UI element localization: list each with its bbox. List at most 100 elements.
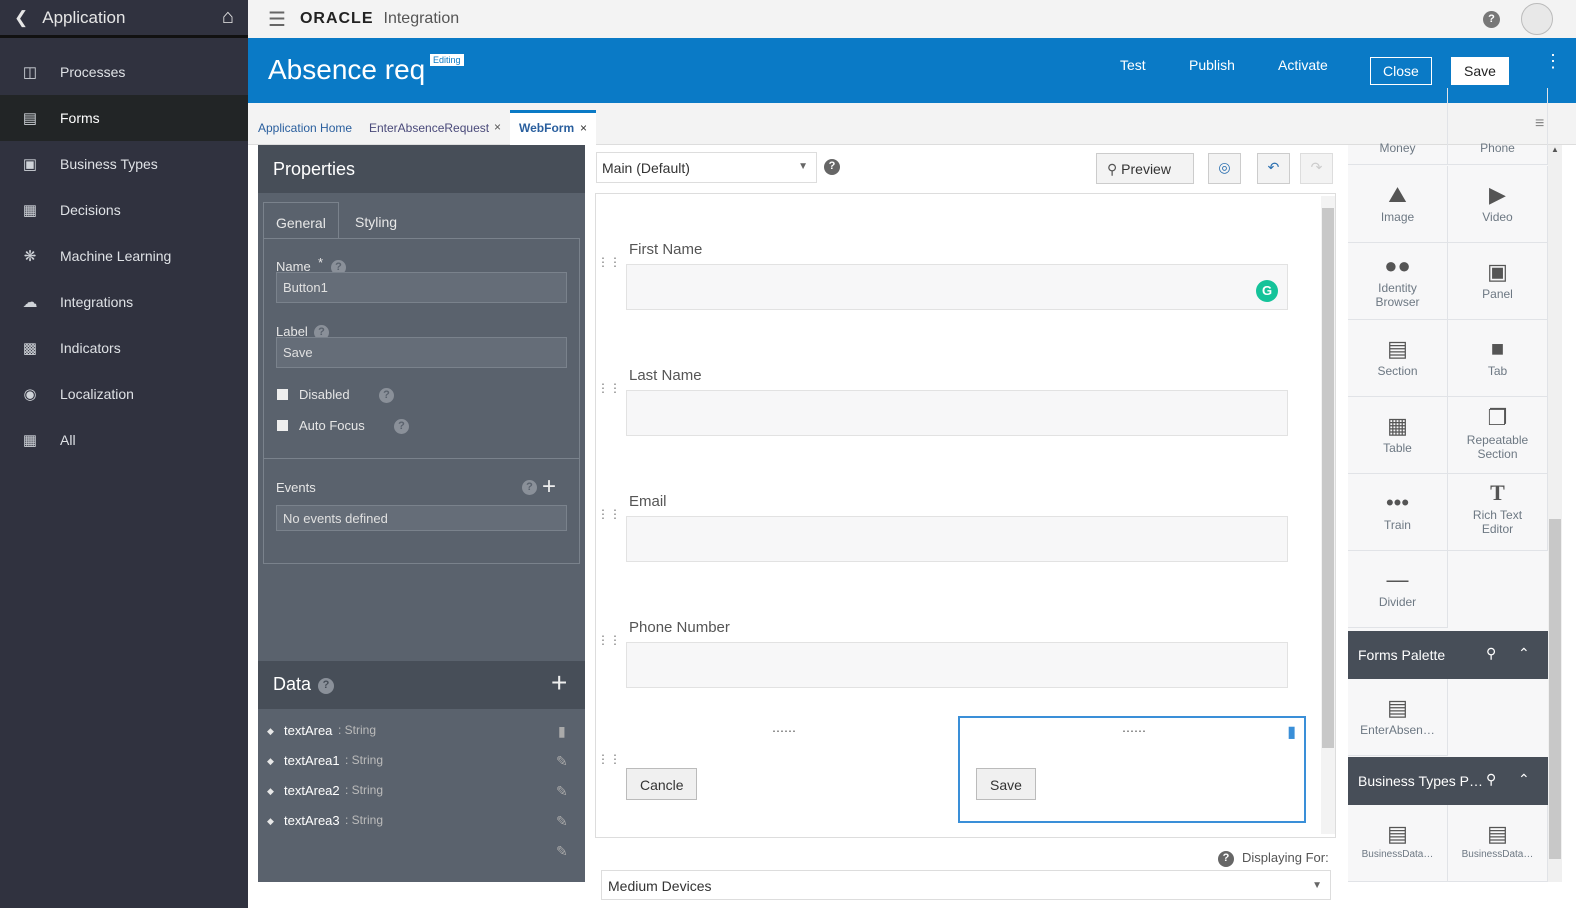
edit-delete-icon[interactable]: ✎ [556,783,568,800]
drag-handle-icon[interactable]: ⋯⋯ [1122,724,1146,738]
palette-item-business-data[interactable]: ▤ BusinessData… [1348,805,1448,882]
selected-save-container[interactable]: ⋯⋯ ▮ Save [958,716,1306,823]
list-item[interactable]: ◆ textArea3: String ✎ [258,813,585,843]
presentation-select[interactable]: Main (Default) ▼ [596,152,817,183]
disabled-checkbox[interactable] [277,389,288,400]
palette-scrollbar[interactable]: ▲ [1548,145,1562,882]
help-icon[interactable]: ? [522,480,537,495]
tab-general[interactable]: General [263,202,339,239]
list-item[interactable]: ◆ textArea: String ▮ [258,723,585,753]
palette-item-label: BusinessData… [1361,849,1434,860]
tab-styling[interactable]: Styling [355,214,397,230]
hamburger-menu-icon[interactable]: ☰ [268,7,286,32]
trash-icon[interactable]: ▮ [1287,722,1296,742]
data-title: Data [273,674,312,694]
help-icon[interactable]: ? [1218,851,1234,867]
table-icon: ▦ [1387,413,1408,438]
cancel-button[interactable]: Cancle [626,768,697,800]
globe-icon: ◉ [23,386,37,403]
sidebar-item-all[interactable]: ▦ All [0,417,248,463]
edit-delete-icon[interactable]: ✎ [556,813,568,830]
tab-application-home[interactable]: Application Home [258,121,352,135]
phone-number-input[interactable] [626,642,1288,688]
forms-palette-header[interactable]: Forms Palette ⚲ ⌃ [1348,631,1548,679]
drag-handle-icon[interactable]: ⋮⋮ [597,508,621,520]
sidebar-item-processes[interactable]: ◫ Processes [0,49,248,95]
first-name-input[interactable]: G [626,264,1288,310]
chevron-up-icon[interactable]: ⌃ [1518,771,1530,788]
email-input[interactable] [626,516,1288,562]
preview-button[interactable]: ⚲ Preview [1096,153,1194,184]
help-icon[interactable]: ? [318,678,334,694]
chevron-up-icon[interactable]: ⌃ [1518,645,1530,662]
last-name-input[interactable] [626,390,1288,436]
sidebar-item-label: Business Types [60,156,158,172]
help-icon[interactable]: ? [1483,10,1500,28]
drag-handle-icon[interactable]: ⋯⋯ [772,724,796,738]
palette-item-train[interactable]: ••• Train [1348,474,1448,551]
edit-delete-icon[interactable]: ✎ [556,753,568,770]
activate-button[interactable]: Activate [1278,57,1328,73]
drag-handle-icon[interactable]: ⋮⋮ [597,382,621,394]
list-item[interactable]: ◆ textArea1: String ✎ [258,753,585,783]
sidebar-item-decisions[interactable]: ▦ Decisions [0,187,248,233]
redo-icon[interactable]: ↷ [1300,153,1333,184]
help-icon[interactable]: ? [824,159,840,175]
trash-icon[interactable]: ▮ [558,723,566,740]
test-button[interactable]: Test [1120,57,1146,73]
sidebar-item-business-types[interactable]: ▣ Business Types [0,141,248,187]
help-icon[interactable]: ? [394,419,409,434]
auto-focus-checkbox[interactable] [277,420,288,431]
close-tab-icon[interactable]: × [580,121,587,135]
search-icon[interactable]: ⚲ [1486,771,1496,788]
drag-handle-icon[interactable]: ⋮⋮ [597,753,621,765]
palette-item-tab[interactable]: ■ Tab [1448,320,1548,397]
close-button[interactable]: Close [1370,57,1432,85]
name-input[interactable]: Button1 [276,272,567,303]
business-types-palette-header[interactable]: Business Types P… ⚲ ⌃ [1348,757,1548,805]
grammarly-icon[interactable]: G [1256,280,1278,302]
globe-icon[interactable]: ◎ [1208,153,1241,184]
search-icon[interactable]: ⚲ [1486,645,1496,662]
sidebar-item-indicators[interactable]: ▩ Indicators [0,325,248,371]
list-item[interactable]: ◆ textArea2: String ✎ [258,783,585,813]
label-input[interactable]: Save [276,337,567,368]
add-event-icon[interactable]: + [542,473,556,501]
sidebar-item-integrations[interactable]: ☁ Integrations [0,279,248,325]
form-save-button[interactable]: Save [976,768,1036,800]
sidebar-item-forms[interactable]: ▤ Forms [0,95,248,141]
people-icon: ●● [1384,253,1411,278]
palette-item-identity-browser[interactable]: ●● Identity Browser [1348,243,1448,320]
section-icon: ▤ [1387,336,1408,361]
save-button[interactable]: Save [1451,57,1509,85]
device-select[interactable]: Medium Devices ▼ [601,870,1331,900]
close-tab-icon[interactable]: × [494,120,501,134]
palette-item-table[interactable]: ▦ Table [1348,397,1448,474]
palette-item-repeatable-section[interactable]: ❐ Repeatable Section [1448,397,1548,474]
drag-handle-icon[interactable]: ⋮⋮ [597,634,621,646]
tab-webform[interactable]: WebForm × [510,110,596,146]
palette-item-rich-text-editor[interactable]: T Rich Text Editor [1448,474,1548,551]
palette-item-panel[interactable]: ▣ Panel [1448,243,1548,320]
tab-enter-absence-request[interactable]: EnterAbsenceRequest [369,121,489,135]
palette-item-video[interactable]: ▶ Video [1448,166,1548,243]
palette-item-business-data[interactable]: ▤ BusinessData… [1448,805,1548,882]
back-icon[interactable]: ❮ [14,8,28,28]
palette-item-image[interactable]: ⛰ Image [1348,166,1448,243]
avatar[interactable] [1521,3,1553,35]
palette-item-form[interactable]: ▤ EnterAbsen… [1348,679,1448,756]
pencil-icon[interactable]: ✎ [556,843,568,860]
publish-button[interactable]: Publish [1189,57,1235,73]
drag-handle-icon[interactable]: ⋮⋮ [597,256,621,268]
sidebar-item-machine-learning[interactable]: ❋ Machine Learning [0,233,248,279]
undo-icon[interactable]: ↶ [1257,153,1290,184]
palette-item-section[interactable]: ▤ Section [1348,320,1448,397]
palette-item-label: Image [1380,210,1415,224]
add-data-icon[interactable]: + [551,667,567,699]
help-icon[interactable]: ? [379,388,394,403]
more-options-icon[interactable]: ⋮ [1544,52,1562,70]
palette-item-divider[interactable]: — Divider [1348,551,1448,628]
sidebar-item-localization[interactable]: ◉ Localization [0,371,248,417]
home-icon[interactable]: ⌂ [222,6,234,29]
canvas-scrollbar[interactable] [1321,196,1335,834]
